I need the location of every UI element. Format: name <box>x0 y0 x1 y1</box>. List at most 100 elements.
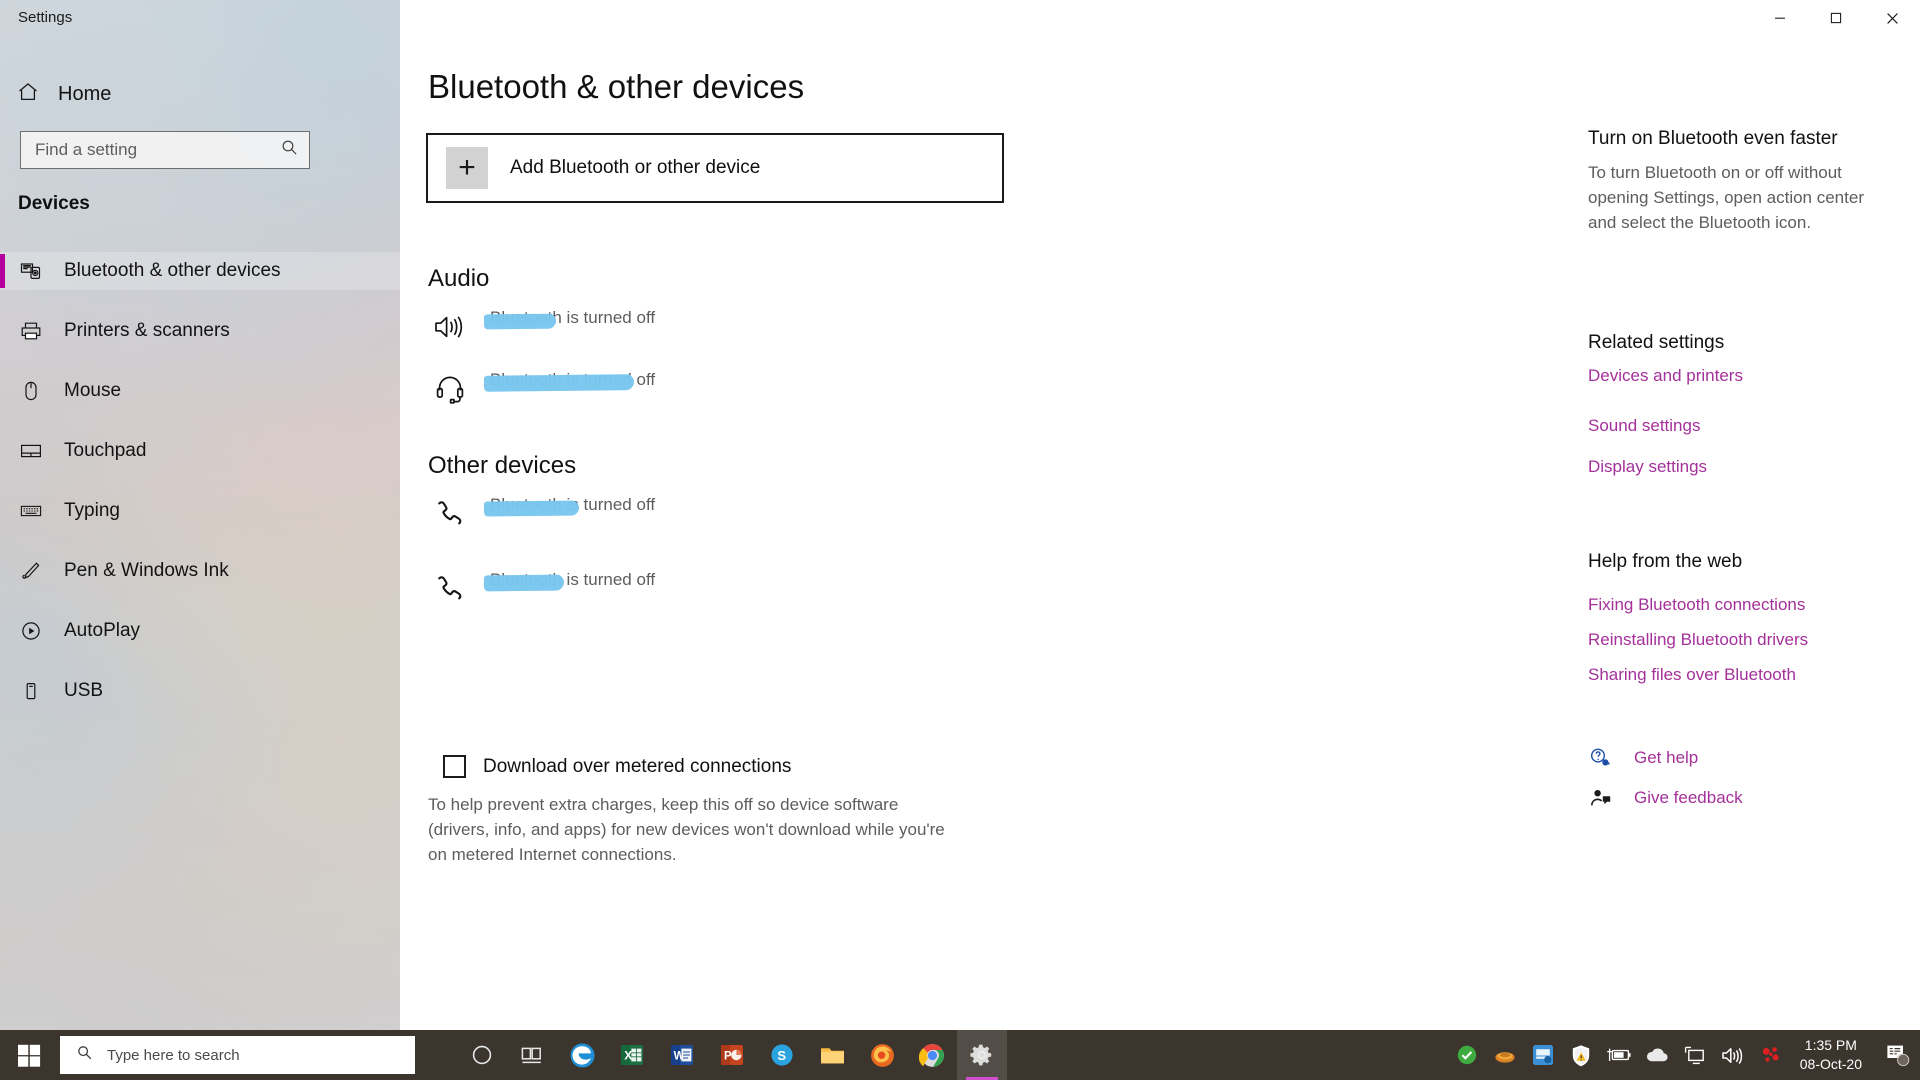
sidebar-item-label: Pen & Windows Ink <box>64 560 229 581</box>
home-label: Home <box>58 82 112 105</box>
search-input[interactable]: Find a setting <box>20 131 310 169</box>
sidebar-item-label: USB <box>64 680 104 701</box>
device-row[interactable]: Bluetooth is turned off <box>428 300 655 348</box>
taskbar-search-placeholder: Type here to search <box>107 1046 240 1064</box>
add-device-label: Add Bluetooth or other device <box>510 157 761 178</box>
taskbar: Type here to search X W P S 1:35 PM 08-O… <box>0 1030 1920 1080</box>
plus-icon: + <box>446 147 488 189</box>
sidebar-item-usb[interactable]: USB <box>0 672 400 710</box>
device-row[interactable]: Bluetooth is turned off <box>428 562 655 610</box>
sidebar-item-label: Printers & scanners <box>64 320 230 341</box>
bluetooth-devices-icon <box>18 258 44 284</box>
tip-title: Turn on Bluetooth even faster <box>1588 128 1838 149</box>
taskbar-app-icons: X W P S <box>457 1030 1007 1080</box>
redaction-mark <box>483 500 580 517</box>
sidebar-item-autoplay[interactable]: AutoPlay <box>0 612 400 650</box>
file-explorer-icon[interactable] <box>807 1030 857 1080</box>
related-link-display-settings[interactable]: Display settings <box>1588 457 1707 477</box>
related-link-devices-and-printers[interactable]: Devices and printers <box>1588 366 1743 386</box>
device-info: Bluetooth is turned off <box>483 487 655 535</box>
settings-sidebar: Settings Home Find a setting Devices Blu… <box>0 0 400 1030</box>
give-feedback-icon <box>1588 785 1614 811</box>
device-row[interactable]: Bluetooth is turned off <box>428 487 655 535</box>
window-controls <box>1752 0 1920 36</box>
device-row[interactable]: Bluetooth is turned off <box>428 362 655 410</box>
sidebar-item-mouse[interactable]: Mouse <box>0 372 400 410</box>
word-icon[interactable]: W <box>657 1030 707 1080</box>
sidebar-item-printers-scanners[interactable]: Printers & scanners <box>0 312 400 350</box>
sidebar-item-label: Bluetooth & other devices <box>64 260 281 281</box>
main-content: Bluetooth & other devices + Add Bluetoot… <box>400 0 1920 1030</box>
volume-icon[interactable] <box>1720 1042 1746 1068</box>
powerpoint-icon[interactable]: P <box>707 1030 757 1080</box>
system-tray: 1:35 PM 08-Oct-20 1 <box>1448 1030 1920 1080</box>
edge-icon[interactable] <box>557 1030 607 1080</box>
minimize-button[interactable] <box>1752 0 1808 36</box>
notification-center-button[interactable]: 1 <box>1876 1030 1920 1080</box>
task-view-icon[interactable] <box>507 1030 557 1080</box>
redaction-mark <box>483 313 557 330</box>
sidebar-item-touchpad[interactable]: Touchpad <box>0 432 400 470</box>
section-title-other-devices: Other devices <box>428 452 577 479</box>
sidebar-item-label: Typing <box>64 500 120 521</box>
firefox-icon[interactable] <box>857 1030 907 1080</box>
sidebar-category-devices: Devices <box>18 193 90 214</box>
green-check-icon[interactable] <box>1454 1042 1480 1068</box>
related-link-sound-settings[interactable]: Sound settings <box>1588 416 1700 436</box>
redaction-mark <box>483 574 565 592</box>
settings-icon[interactable] <box>957 1030 1007 1080</box>
sidebar-item-pen-windows-ink[interactable]: Pen & Windows Ink <box>0 552 400 590</box>
sidebar-item-home[interactable]: Home <box>16 76 111 112</box>
svg-text:X: X <box>624 1049 632 1063</box>
sidebar-item-bluetooth-other-devices[interactable]: Bluetooth & other devices <box>0 252 400 290</box>
search-icon <box>280 138 299 162</box>
get-help-label: Get help <box>1634 748 1699 767</box>
red-molecule-icon[interactable] <box>1758 1042 1784 1068</box>
help-link-sharing-files-over-bluetooth[interactable]: Sharing files over Bluetooth <box>1588 665 1796 685</box>
notification-badge-count: 1 <box>1890 1045 1898 1060</box>
get-help-row[interactable]: Get help <box>1588 745 1698 771</box>
cortana-icon[interactable] <box>457 1030 507 1080</box>
settings-window: Settings Home Find a setting Devices Blu… <box>0 0 1920 1080</box>
device-info: Bluetooth is turned off <box>483 300 655 348</box>
related-settings-title: Related settings <box>1588 332 1725 353</box>
give-feedback-row[interactable]: Give feedback <box>1588 785 1743 811</box>
touchpad-icon <box>18 438 44 464</box>
device-info: Bluetooth is turned off <box>483 362 655 410</box>
svg-text:S: S <box>777 1048 786 1063</box>
close-button[interactable] <box>1864 0 1920 36</box>
keyboard-icon <box>18 498 44 524</box>
add-bluetooth-device-button[interactable]: + Add Bluetooth or other device <box>426 133 1004 203</box>
phone-icon <box>428 562 472 610</box>
search-icon <box>76 1044 93 1066</box>
battery-charging-icon[interactable] <box>1606 1042 1632 1068</box>
skype-icon[interactable]: S <box>757 1030 807 1080</box>
chrome-icon[interactable] <box>907 1030 957 1080</box>
mouse-icon <box>18 378 44 404</box>
security-warning-icon[interactable] <box>1568 1042 1594 1068</box>
taskbar-clock[interactable]: 1:35 PM 08-Oct-20 <box>1800 1036 1862 1074</box>
help-link-fixing-bluetooth-connections[interactable]: Fixing Bluetooth connections <box>1588 595 1805 615</box>
get-help-icon <box>1588 745 1614 771</box>
onedrive-cloud-icon[interactable] <box>1644 1042 1670 1068</box>
onedrive-orange-icon[interactable] <box>1492 1042 1518 1068</box>
sidebar-item-typing[interactable]: Typing <box>0 492 400 530</box>
home-icon <box>16 80 40 109</box>
clock-date: 08-Oct-20 <box>1799 1056 1862 1072</box>
help-link-reinstalling-bluetooth-drivers[interactable]: Reinstalling Bluetooth drivers <box>1588 630 1808 650</box>
metered-checkbox[interactable] <box>443 755 466 778</box>
display-icon[interactable] <box>1682 1042 1708 1068</box>
help-from-web-title: Help from the web <box>1588 551 1743 572</box>
metered-checkbox-label: Download over metered connections <box>483 755 792 777</box>
window-title: Settings <box>18 9 73 26</box>
metered-connections-checkbox-row[interactable]: Download over metered connections <box>443 755 791 778</box>
excel-icon[interactable]: X <box>607 1030 657 1080</box>
blue-app-icon[interactable] <box>1530 1042 1556 1068</box>
device-info: Bluetooth is turned off <box>483 562 655 610</box>
maximize-button[interactable] <box>1808 0 1864 36</box>
start-button[interactable] <box>0 1030 58 1080</box>
redaction-mark <box>483 374 635 392</box>
autoplay-icon <box>18 618 44 644</box>
speaker-icon <box>428 300 472 348</box>
taskbar-search-box[interactable]: Type here to search <box>60 1036 415 1074</box>
